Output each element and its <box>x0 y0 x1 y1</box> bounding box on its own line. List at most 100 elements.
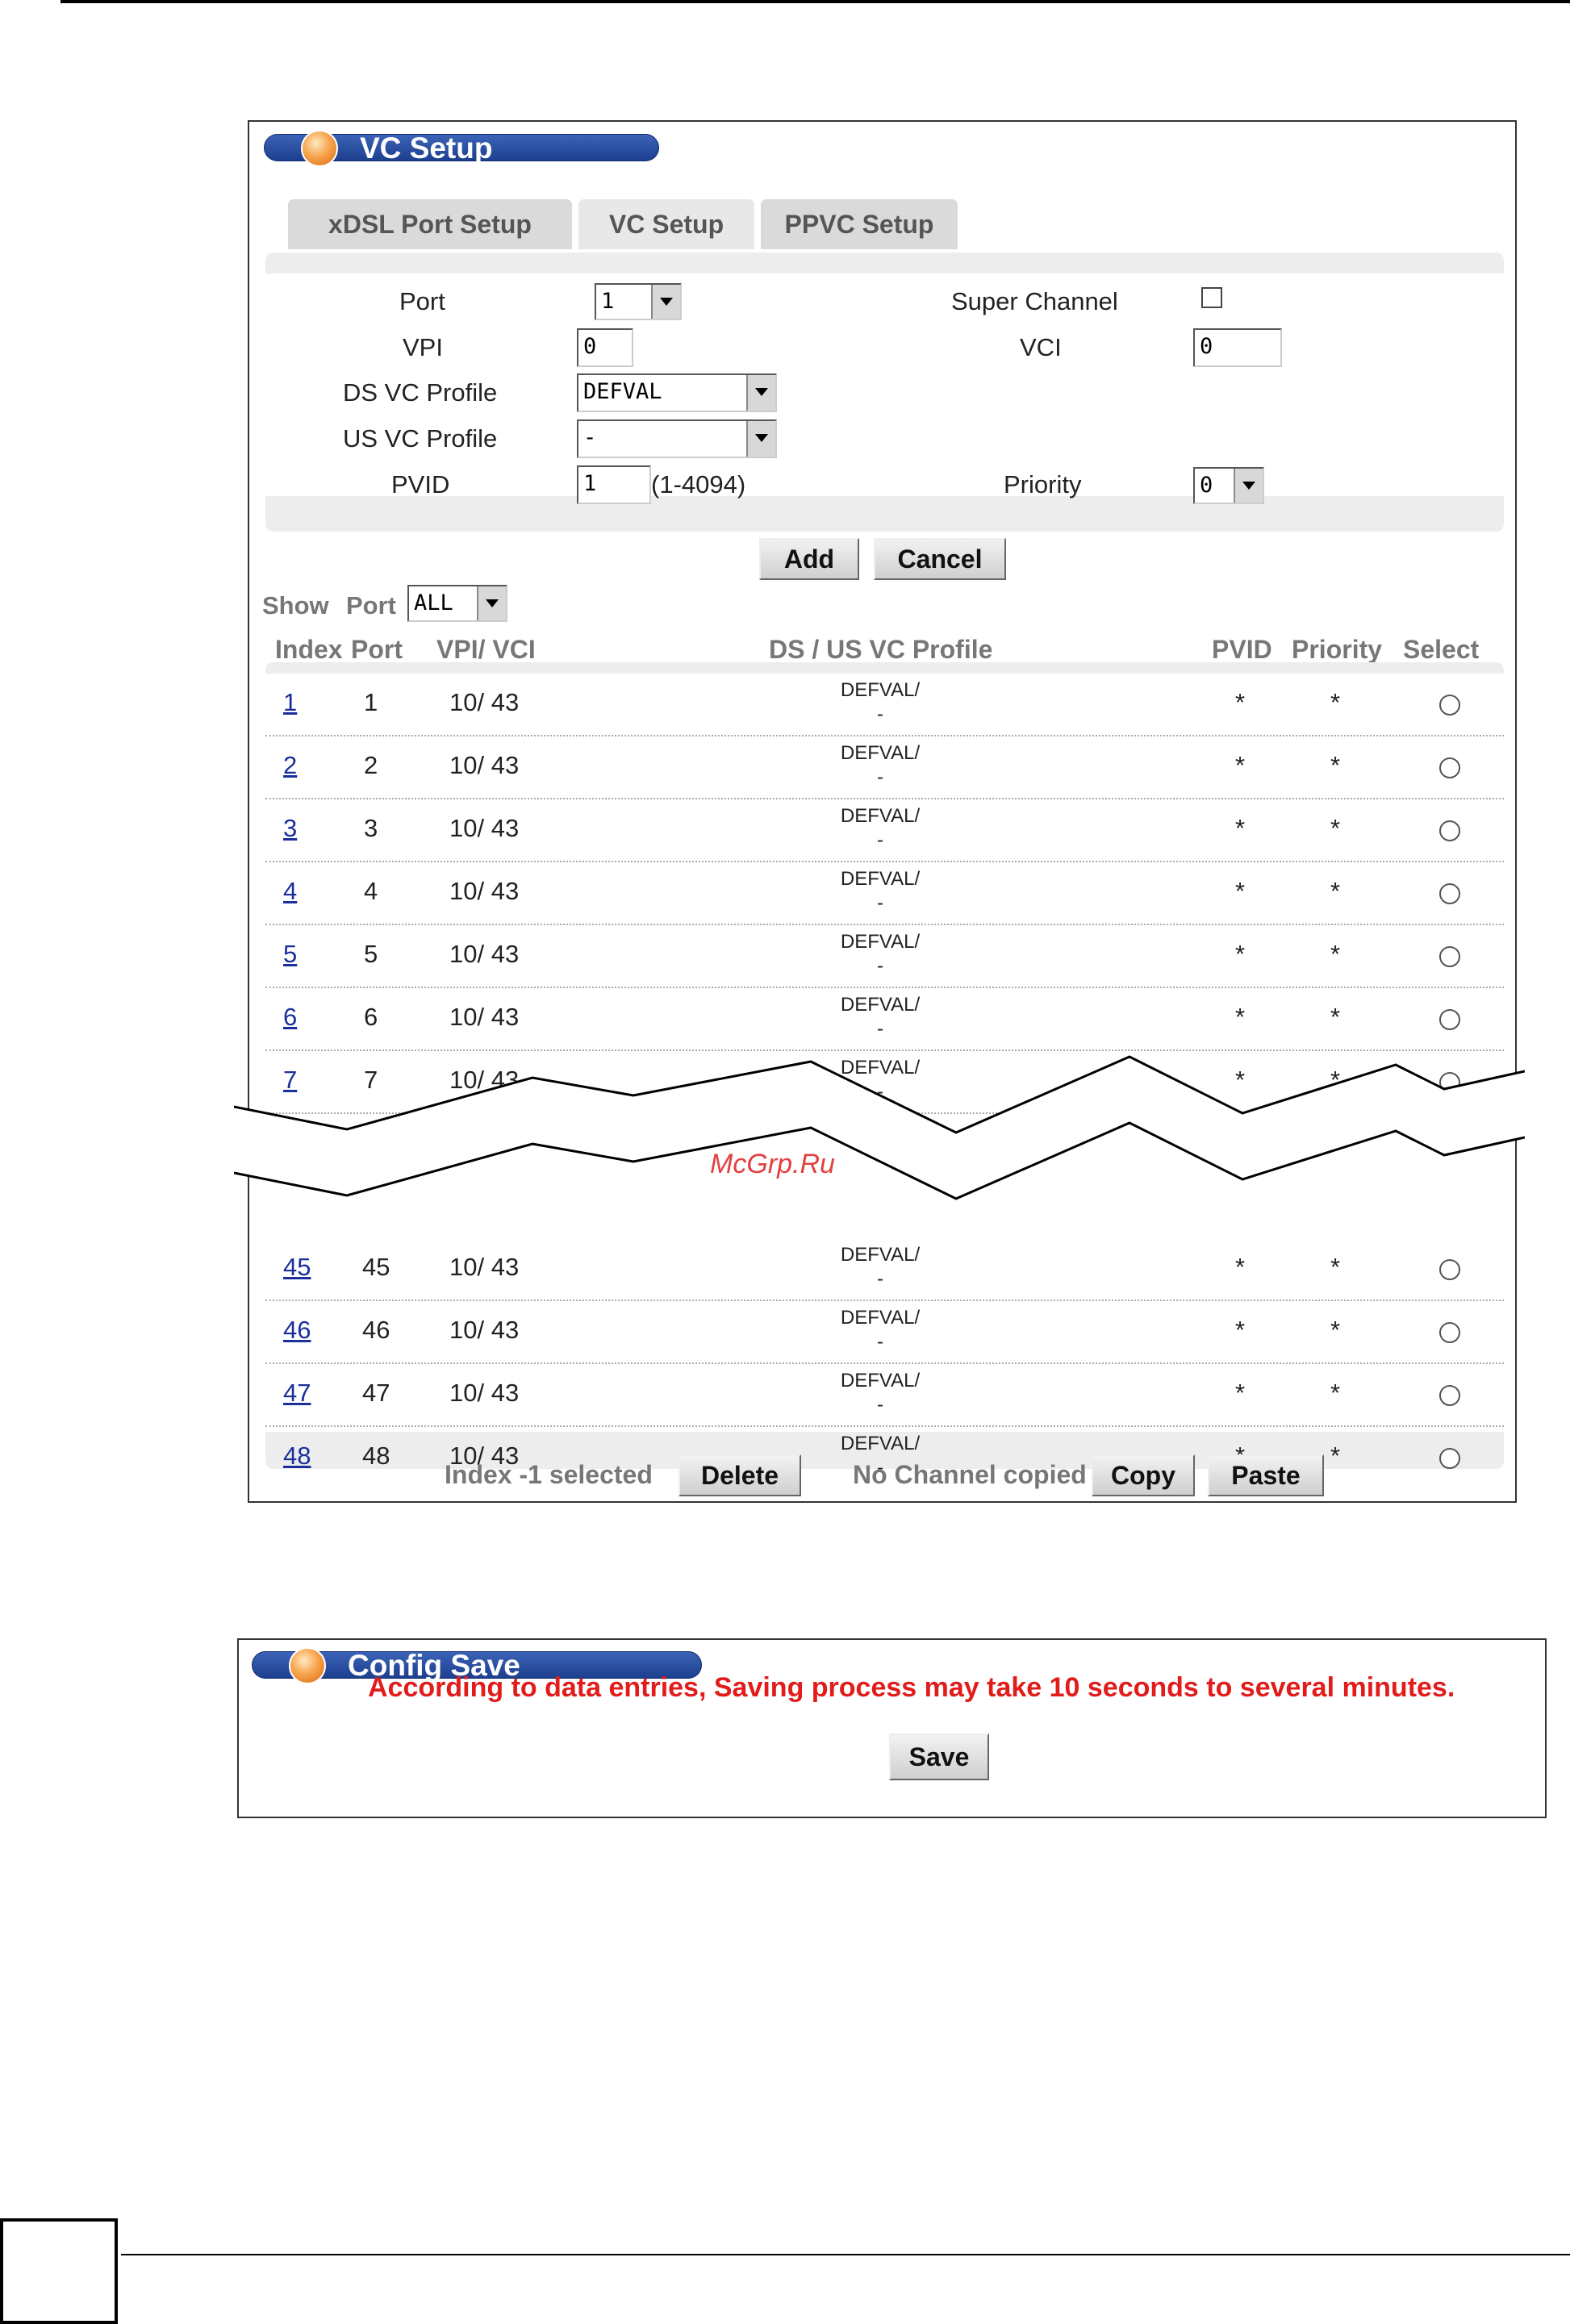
us-profile: - <box>877 766 883 788</box>
port-select[interactable]: 1 <box>595 283 682 320</box>
index-link[interactable]: 5 <box>283 940 297 969</box>
table-row: 47 47 10/ 43 DEFVAL/ - * * <box>265 1364 1504 1427</box>
vpi-vci-cell: 10/ 43 <box>449 814 520 842</box>
priority-cell: * <box>1330 751 1341 779</box>
paste-button[interactable]: Paste <box>1208 1454 1324 1496</box>
port-cell: 6 <box>364 1003 378 1031</box>
chevron-down-icon <box>477 586 506 620</box>
profile-cell: DEFVAL/- <box>759 678 1001 727</box>
select-radio[interactable] <box>1439 883 1460 904</box>
vpi-vci-cell: 10/ 43 <box>449 877 520 905</box>
vpi-vci-cell: 10/ 43 <box>449 1003 520 1031</box>
delete-button[interactable]: Delete <box>679 1454 801 1496</box>
us-profile: - <box>877 1018 883 1040</box>
profile-cell: DEFVAL/- <box>759 930 1001 978</box>
index-link[interactable]: 48 <box>283 1442 311 1471</box>
index-link[interactable]: 3 <box>283 814 297 843</box>
pvid-cell: * <box>1235 814 1246 842</box>
us-vc-profile-label: US VC Profile <box>343 424 498 453</box>
vci-label: VCI <box>1020 333 1062 361</box>
us-profile: - <box>877 1394 883 1416</box>
show-port-value: ALL <box>414 590 453 615</box>
pvid-cell: * <box>1235 688 1246 716</box>
priority-cell: * <box>1330 877 1341 905</box>
select-radio[interactable] <box>1439 695 1460 716</box>
show-port-label: Port <box>346 591 396 620</box>
index-link[interactable]: 47 <box>283 1379 311 1408</box>
select-radio[interactable] <box>1439 820 1460 841</box>
chevron-down-icon <box>651 285 680 319</box>
index-link[interactable]: 46 <box>283 1316 311 1345</box>
us-vc-profile-select[interactable]: - <box>577 419 777 458</box>
chevron-down-icon <box>746 421 775 457</box>
profile-cell: DEFVAL/ - <box>759 1369 1001 1417</box>
port-cell: 2 <box>364 751 378 779</box>
index-link[interactable]: 2 <box>283 751 297 780</box>
port-cell: 48 <box>362 1442 390 1470</box>
pvid-range: (1-4094) <box>651 470 746 499</box>
priority-cell: * <box>1330 1379 1341 1407</box>
port-label: Port <box>399 287 445 315</box>
ds-profile: DEFVAL/ <box>840 1433 921 1454</box>
us-profile: - <box>877 829 883 851</box>
saving-warning: According to data entries, Saving proces… <box>368 1672 1455 1703</box>
col-header-port: Port <box>351 635 403 664</box>
col-header-profile: DS / US VC Profile <box>769 635 993 664</box>
cancel-button[interactable]: Cancel <box>874 538 1006 580</box>
port-cell: 47 <box>362 1379 390 1407</box>
tab-ppvc-setup[interactable]: PPVC Setup <box>761 199 958 249</box>
tab-xdsl-port-setup[interactable]: xDSL Port Setup <box>288 199 572 249</box>
table-row: 3 3 10/ 43 DEFVAL/- * * <box>265 799 1504 862</box>
index-link[interactable]: 6 <box>283 1003 297 1032</box>
ds-profile: DEFVAL/ <box>840 1370 921 1391</box>
vpi-vci-cell: 10/ 43 <box>449 688 520 716</box>
us-profile: - <box>877 1268 883 1290</box>
super-channel-checkbox[interactable] <box>1201 287 1222 308</box>
select-radio[interactable] <box>1439 1322 1460 1343</box>
table-row: 5 5 10/ 43 DEFVAL/- * * <box>265 925 1504 988</box>
port-select-value: 1 <box>601 289 615 314</box>
table-row: 4 4 10/ 43 DEFVAL/- * * <box>265 862 1504 925</box>
priority-cell: * <box>1330 1316 1341 1344</box>
show-port-select[interactable]: ALL <box>407 585 507 622</box>
vpi-vci-cell: 10/ 43 <box>449 1253 520 1281</box>
port-cell: 1 <box>364 688 378 716</box>
us-profile: - <box>877 955 883 977</box>
tab-vc-setup[interactable]: VC Setup <box>578 199 754 249</box>
index-link[interactable]: 4 <box>283 877 297 906</box>
table-row: 1 1 10/ 43 DEFVAL/- * * <box>265 674 1504 736</box>
select-radio[interactable] <box>1439 946 1460 967</box>
page-top-rule <box>61 0 1570 3</box>
priority-select[interactable]: 0 <box>1193 467 1264 504</box>
select-radio[interactable] <box>1439 1009 1460 1030</box>
index-link[interactable]: 1 <box>283 688 297 717</box>
index-link[interactable]: 45 <box>283 1253 311 1282</box>
port-cell: 4 <box>364 877 378 905</box>
select-radio[interactable] <box>1439 757 1460 778</box>
ds-vc-profile-select[interactable]: DEFVAL <box>577 373 777 412</box>
pvid-input[interactable]: 1 <box>577 465 651 504</box>
orb-icon <box>301 130 338 167</box>
index-selected-text: Index -1 selected <box>445 1460 653 1489</box>
select-radio[interactable] <box>1439 1385 1460 1406</box>
profile-cell: DEFVAL/- <box>759 804 1001 853</box>
us-vc-profile-value: - <box>583 425 597 450</box>
save-button[interactable]: Save <box>889 1734 989 1780</box>
vpi-vci-cell: 10/ 43 <box>449 940 520 968</box>
select-radio[interactable] <box>1439 1259 1460 1280</box>
pvid-cell: * <box>1235 751 1246 779</box>
select-radio[interactable] <box>1439 1448 1460 1469</box>
ds-profile: DEFVAL/ <box>840 994 921 1016</box>
copy-button[interactable]: Copy <box>1092 1454 1195 1496</box>
ds-profile: DEFVAL/ <box>840 1307 921 1329</box>
vpi-input[interactable]: 0 <box>577 328 633 367</box>
vpi-label: VPI <box>403 333 443 361</box>
show-label: Show <box>262 591 329 620</box>
priority-cell: * <box>1330 1253 1341 1281</box>
us-profile: - <box>877 703 883 725</box>
footer-page-box <box>0 2218 118 2324</box>
orb-icon <box>289 1647 326 1684</box>
add-button[interactable]: Add <box>759 538 859 580</box>
col-header-priority: Priority <box>1292 635 1383 664</box>
vci-input[interactable]: 0 <box>1193 328 1282 367</box>
